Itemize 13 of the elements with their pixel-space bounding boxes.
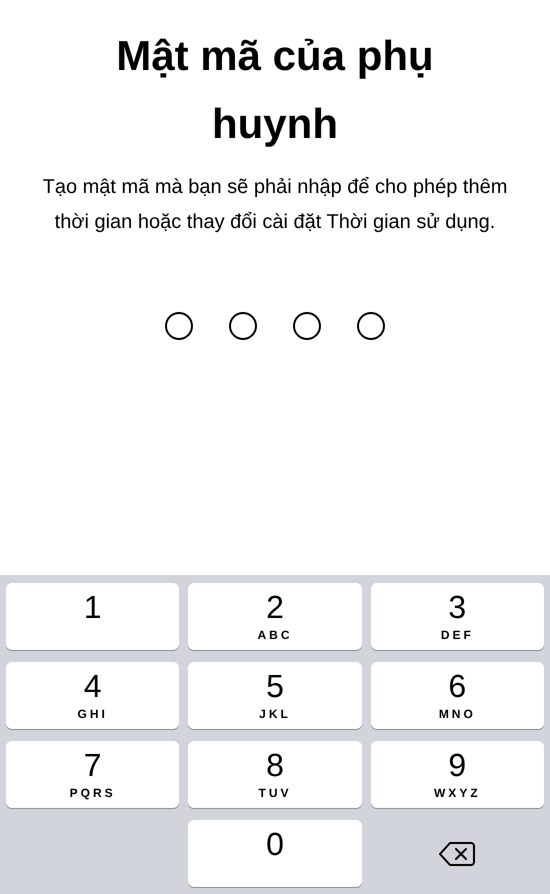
backspace-icon: [439, 840, 476, 866]
keypad-key[interactable]: 0: [188, 820, 362, 887]
keypad-key[interactable]: 9 WXYZ: [370, 741, 544, 808]
description-text: Tạo mật mã mà bạn sẽ phải nhập để cho phép thêm thời gian hoặc thay đổi cài đặt Thời gian sử dụng.: [42, 175, 508, 235]
keypad-key[interactable]: 1: [6, 583, 180, 650]
keypad-key[interactable]: 3 DEF: [370, 583, 544, 650]
page-title: Mật mã của phụ huynh: [115, 31, 435, 149]
keypad-key[interactable]: 6 MNO: [370, 662, 544, 729]
keypad-key[interactable]: 2 ABC: [188, 583, 362, 650]
keypad-key[interactable]: 5 JKL: [188, 662, 362, 729]
keypad-key[interactable]: 7 PQRS: [6, 741, 180, 808]
keypad-key[interactable]: 8 TUV: [188, 741, 362, 808]
keypad-key[interactable]: 4 GHI: [6, 662, 180, 729]
